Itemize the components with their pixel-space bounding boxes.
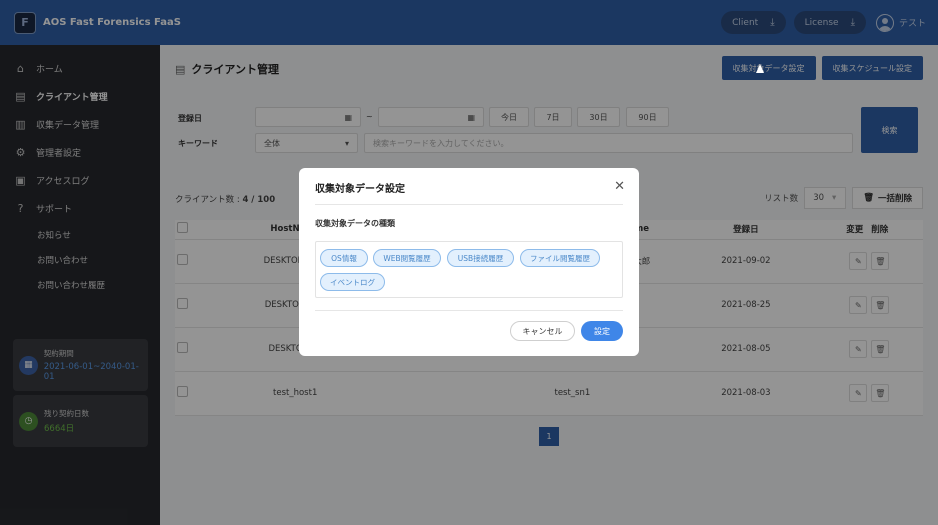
- collect-target-modal: 収集対象データ設定 ✕ 収集対象データの種類 OS情報 WEB閲覧履歴 USB接…: [299, 168, 639, 356]
- tag-file-history[interactable]: ファイル閲覧履歴: [520, 249, 600, 267]
- tag-web-history[interactable]: WEB閲覧履歴: [373, 249, 441, 267]
- tag-os-info[interactable]: OS情報: [320, 249, 368, 267]
- data-type-label: 収集対象データの種類: [315, 219, 395, 228]
- close-icon[interactable]: ✕: [614, 179, 625, 194]
- tag-usb-history[interactable]: USB接続履歴: [447, 249, 514, 267]
- data-type-tag-box: OS情報 WEB閲覧履歴 USB接続履歴 ファイル閲覧履歴 イベントログ: [315, 241, 623, 298]
- tag-event-log[interactable]: イベントログ: [320, 273, 385, 291]
- modal-title: 収集対象データ設定: [315, 184, 405, 195]
- modal-divider: [315, 310, 623, 311]
- cancel-button[interactable]: キャンセル: [510, 321, 575, 341]
- mouse-cursor-icon: [756, 64, 764, 73]
- set-button[interactable]: 設定: [581, 321, 623, 341]
- modal-divider: [315, 204, 623, 205]
